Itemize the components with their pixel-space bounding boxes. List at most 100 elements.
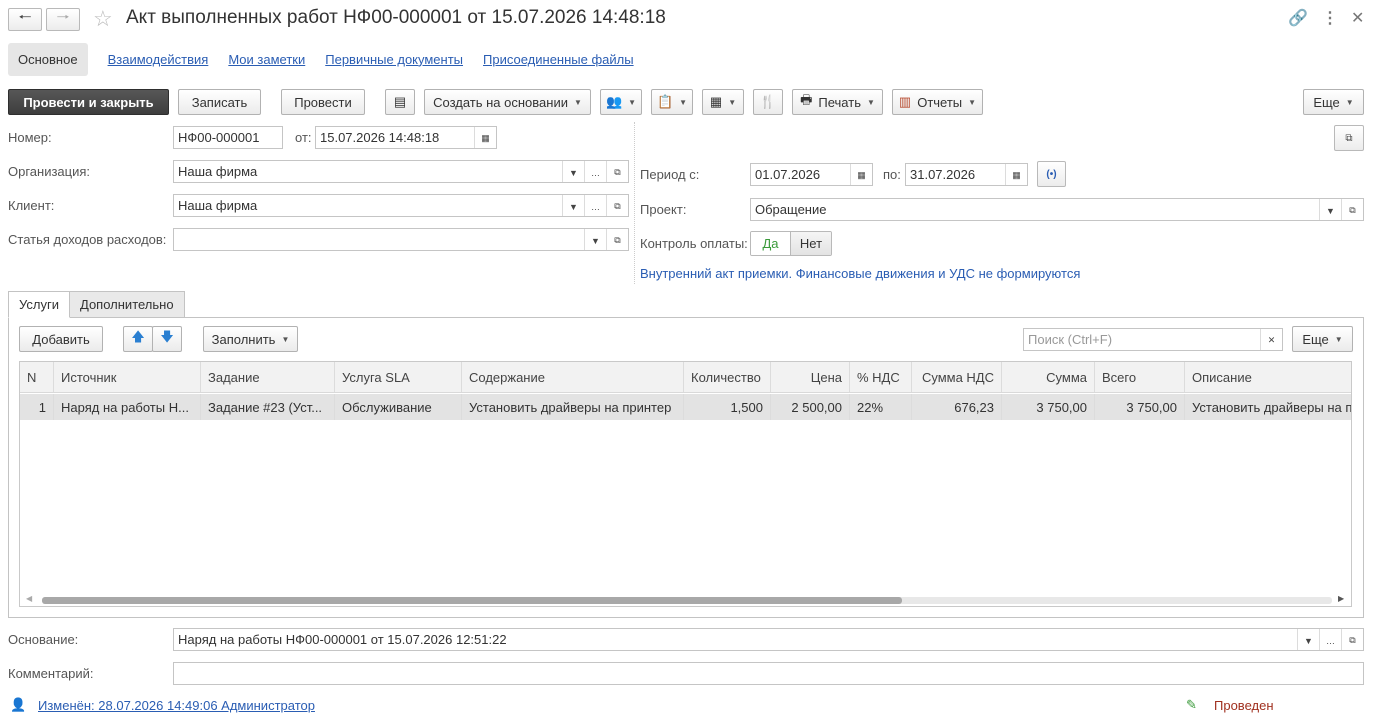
open-icon[interactable]: ⧉	[606, 161, 628, 182]
calendar-icon[interactable]: ▦	[1005, 164, 1027, 185]
write-button[interactable]: Записать	[178, 89, 261, 115]
tab-primary-docs[interactable]: Первичные документы	[325, 52, 463, 67]
calendar-icon[interactable]: ▦	[850, 164, 872, 185]
tab-additional[interactable]: Дополнительно	[69, 291, 185, 318]
col-content[interactable]: Содержание	[462, 362, 684, 392]
organization-value: Наша фирма	[178, 164, 258, 179]
col-source[interactable]: Источник	[54, 362, 201, 392]
changed-link[interactable]: Изменён: 28.07.2026 14:49:06 Администрат…	[38, 698, 315, 713]
tab-interactions[interactable]: Взаимодействия	[108, 52, 209, 67]
client-field[interactable]: Наша фирма ▼ … ⧉	[173, 194, 629, 217]
cell-vat-sum: 676,23	[912, 394, 1002, 420]
cell-total: 3 750,00	[1095, 394, 1185, 420]
dropdown-arrow-icon: ▼	[679, 97, 688, 107]
period-select-button[interactable]: (•)	[1037, 161, 1066, 187]
create-based-on-button[interactable]: Создать на основании ▼	[424, 89, 591, 115]
search-input[interactable]: Поиск (Ctrl+F) ✕	[1023, 328, 1283, 351]
favorite-star-icon[interactable]: ☆	[93, 6, 113, 32]
close-icon[interactable]: ✕	[1351, 8, 1364, 28]
scroll-right-icon[interactable]: ▶	[1338, 594, 1344, 603]
number-label: Номер:	[8, 130, 52, 145]
services-table[interactable]: N Источник Задание Услуга SLA Содержание…	[19, 361, 1352, 607]
chevron-down-icon[interactable]: ▼	[562, 195, 584, 216]
reports-button[interactable]: ▥ Отчеты ▼	[892, 89, 983, 115]
open-icon[interactable]: ⧉	[606, 195, 628, 216]
col-vat-rate[interactable]: % НДС	[850, 362, 912, 392]
payment-no-button[interactable]: Нет	[791, 232, 831, 255]
back-button[interactable]: 🠐	[8, 8, 42, 31]
clear-icon[interactable]: ✕	[1260, 329, 1282, 350]
col-sum[interactable]: Сумма	[1002, 362, 1095, 392]
more-label: Еще	[1313, 94, 1340, 110]
tab-main[interactable]: Основное	[8, 42, 88, 76]
post-and-close-button[interactable]: Провести и закрыть	[8, 89, 169, 115]
project-field[interactable]: Обращение ▼ ⧉	[750, 198, 1364, 221]
dropdown-arrow-icon: ▼	[968, 97, 977, 107]
print-button[interactable]: 🖶 Печать ▼	[792, 89, 883, 115]
col-n[interactable]: N	[20, 362, 54, 392]
organization-field[interactable]: Наша фирма ▼ … ⧉	[173, 160, 629, 183]
comment-field[interactable]	[173, 662, 1364, 685]
col-price[interactable]: Цена	[771, 362, 850, 392]
document-list-icon: ▤	[393, 94, 407, 109]
period-from-value: 01.07.2026	[755, 167, 821, 182]
col-sla[interactable]: Услуга SLA	[335, 362, 462, 392]
fill-button[interactable]: Заполнить ▼	[203, 326, 298, 352]
period-label: Период с:	[640, 167, 700, 182]
scrollbar-thumb[interactable]	[42, 597, 902, 604]
period-from-field[interactable]: 01.07.2026 ▦	[750, 163, 873, 186]
col-description[interactable]: Описание	[1185, 362, 1351, 392]
users-button[interactable]: 👥 ▼	[600, 89, 642, 115]
tab-services[interactable]: Услуги	[8, 291, 70, 318]
open-icon[interactable]: ⧉	[1341, 629, 1363, 650]
post-button[interactable]: Провести	[281, 89, 365, 115]
forward-button[interactable]: 🠒	[46, 8, 80, 31]
number-field[interactable]: НФ00-000001	[173, 126, 283, 149]
document-journal-button[interactable]: ▤	[385, 89, 415, 115]
move-up-button[interactable]: 🡅	[123, 326, 153, 352]
grid-more-button[interactable]: Еще ▼	[1292, 326, 1353, 352]
col-vat-sum[interactable]: Сумма НДС	[912, 362, 1002, 392]
article-field[interactable]: ▼ ⧉	[173, 228, 629, 251]
tab-attached-files[interactable]: Присоединенные файлы	[483, 52, 634, 67]
table-row[interactable]: 1 Наряд на работы Н... Задание #23 (Уст.…	[20, 394, 1351, 420]
horizontal-scrollbar[interactable]	[42, 597, 1332, 604]
chevron-down-icon[interactable]: ▼	[1319, 199, 1341, 220]
post-and-close-label: Провести и закрыть	[23, 94, 154, 110]
link-icon[interactable]: 🔗	[1288, 8, 1308, 28]
reports-structure-button[interactable]: ▦ ▼	[702, 89, 744, 115]
calendar-icon[interactable]: ▦	[474, 127, 496, 148]
settings-button[interactable]: 🍴	[753, 89, 783, 115]
select-ellipsis-button[interactable]: …	[1319, 629, 1341, 650]
period-to-field[interactable]: 31.07.2026 ▦	[905, 163, 1028, 186]
dropdown-arrow-icon: ▼	[866, 97, 875, 107]
select-ellipsis-button[interactable]: …	[584, 195, 606, 216]
payment-yes-button[interactable]: Да	[751, 232, 791, 255]
chevron-down-icon[interactable]: ▼	[584, 229, 606, 250]
col-quantity[interactable]: Количество	[684, 362, 771, 392]
attachments-button[interactable]: 📋 ▼	[651, 89, 693, 115]
open-icon[interactable]: ⧉	[1341, 199, 1363, 220]
chevron-down-icon[interactable]: ▼	[562, 161, 584, 182]
move-down-button[interactable]: 🡇	[152, 326, 182, 352]
dropdown-arrow-icon: ▼	[1334, 334, 1343, 344]
more-vertical-icon[interactable]: ⋮	[1322, 8, 1338, 28]
user-icon: 👤	[10, 697, 27, 712]
clipboard-icon: 📋	[656, 94, 674, 109]
page-title: Акт выполненных работ НФ00-000001 от 15.…	[126, 7, 666, 28]
col-task[interactable]: Задание	[201, 362, 335, 392]
open-icon[interactable]: ⧉	[606, 229, 628, 250]
chevron-down-icon[interactable]: ▼	[1297, 629, 1319, 650]
basis-field[interactable]: Наряд на работы НФ00-000001 от 15.07.202…	[173, 628, 1364, 651]
tab-notes[interactable]: Мои заметки	[228, 52, 305, 67]
more-button[interactable]: Еще ▼	[1303, 89, 1364, 115]
add-row-button[interactable]: Добавить	[19, 326, 103, 352]
dropdown-arrow-icon: ▼	[628, 97, 637, 107]
col-total[interactable]: Всего	[1095, 362, 1185, 392]
cell-task: Задание #23 (Уст...	[201, 394, 335, 420]
scroll-left-icon[interactable]: ◀	[26, 594, 32, 603]
select-ellipsis-button[interactable]: …	[584, 161, 606, 182]
expand-icon[interactable]: ⧉	[1334, 125, 1364, 151]
date-field[interactable]: 15.07.2026 14:48:18 ▦	[315, 126, 497, 149]
write-label: Записать	[191, 94, 248, 110]
